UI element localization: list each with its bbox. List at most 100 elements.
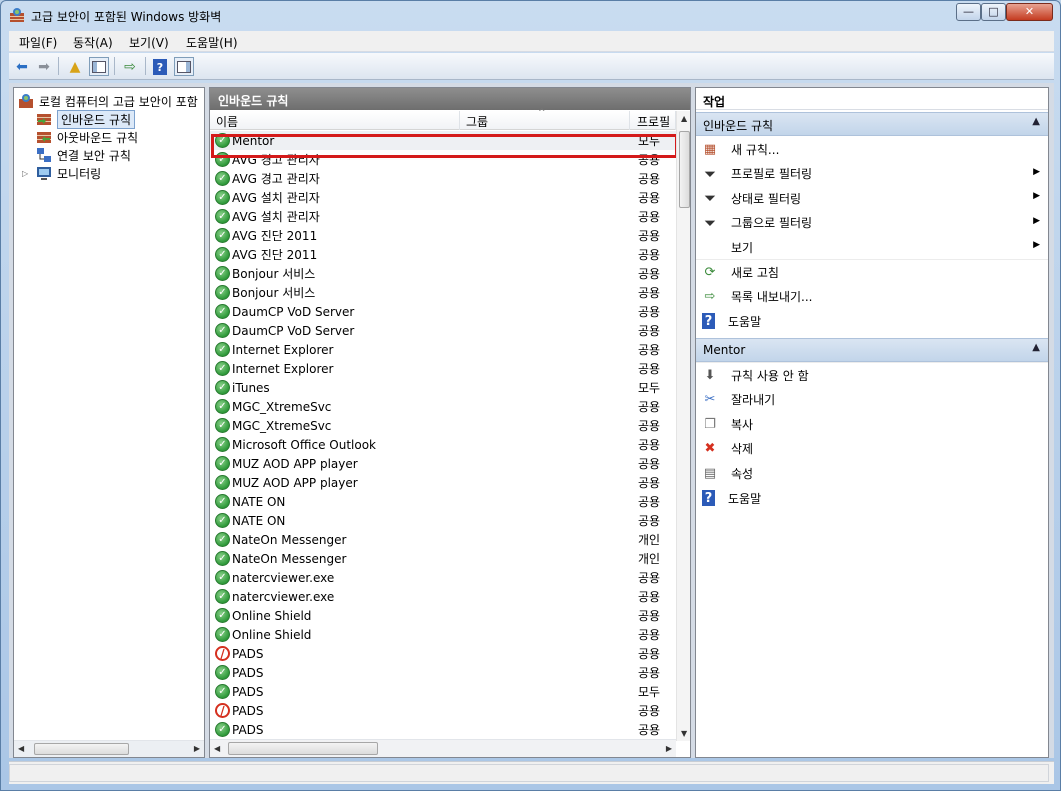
rule-row[interactable]: ✓ Internet Explorer 공용 [210, 340, 676, 359]
rule-row[interactable]: ✓ PADS 공용 [210, 720, 676, 739]
allowed-rule-icon: ✓ [215, 228, 230, 243]
back-icon[interactable]: ⬅ [12, 57, 32, 76]
rule-profile: 모두 [638, 685, 661, 699]
rule-row[interactable]: ✓ Online Shield 공용 [210, 625, 676, 644]
rule-row[interactable]: ✓ AVG 진단 2011 공용 [210, 226, 676, 245]
export-list-icon[interactable]: ⇨ [120, 57, 140, 76]
rule-row[interactable]: ✓ AVG 설치 관리자 공용 [210, 188, 676, 207]
action-item[interactable]: ? 도움말 [696, 309, 1048, 333]
action-item[interactable]: ⟳ 새로 고침 [696, 260, 1048, 284]
tree-item-inbound[interactable]: 인바운드 규칙 [36, 109, 136, 129]
rule-row[interactable]: ✓ DaumCP VoD Server 공용 [210, 321, 676, 340]
show-hide-tree-icon[interactable] [89, 57, 109, 76]
rule-name: Bonjour 서비스 [232, 267, 316, 281]
rule-row[interactable]: / PADS 공용 [210, 701, 676, 720]
scroll-left-icon[interactable]: ◀ [214, 744, 220, 753]
minimize-button[interactable]: — [956, 3, 981, 21]
rule-row[interactable]: ✓ MUZ AOD APP player 공용 [210, 473, 676, 492]
scroll-right-icon[interactable]: ▶ [194, 744, 200, 753]
action-item[interactable]: ▤ 속성 [696, 461, 1048, 485]
rule-row[interactable]: ✓ Bonjour 서비스 공용 [210, 264, 676, 283]
action-label: 복사 [731, 417, 754, 432]
list-vertical-scrollbar[interactable]: ▲ ▼ [676, 111, 690, 741]
column-header-profile[interactable]: 프로필 [630, 111, 676, 130]
action-item[interactable]: ⏷ 그룹으로 필터링 ▶ [696, 211, 1048, 235]
expand-icon[interactable]: ▷ [22, 169, 36, 178]
forward-icon[interactable]: ➡ [34, 57, 54, 76]
rule-row[interactable]: ✓ MUZ AOD APP player 공용 [210, 454, 676, 473]
show-hide-action-pane-icon[interactable] [174, 57, 194, 76]
rule-row[interactable]: ✓ NateOn Messenger 개인 [210, 549, 676, 568]
scroll-right-icon[interactable]: ▶ [666, 744, 672, 753]
menu-help[interactable]: 도움말(H) [186, 34, 238, 51]
action-item[interactable]: ⏷ 프로필로 필터링 ▶ [696, 162, 1048, 186]
allowed-rule-icon: ✓ [215, 475, 230, 490]
collapse-icon[interactable]: ▲ [1032, 342, 1040, 353]
action-item[interactable]: ▦ 새 규칙... [696, 137, 1048, 161]
action-item[interactable]: ✖ 삭제 [696, 437, 1048, 461]
actions-group-mentor[interactable]: Mentor ▲ [696, 338, 1048, 362]
rule-row[interactable]: ✓ PADS 공용 [210, 663, 676, 682]
rule-profile: 공용 [638, 704, 661, 718]
close-button[interactable]: ✕ [1006, 3, 1053, 21]
rule-row[interactable]: / PADS 공용 [210, 644, 676, 663]
menu-action[interactable]: 동작(A) [73, 34, 113, 51]
menu-view[interactable]: 보기(V) [129, 34, 169, 51]
rule-row[interactable]: ✓ PADS 모두 [210, 682, 676, 701]
tree-item-monitoring[interactable]: ▷ 모니터링 [22, 164, 101, 182]
list-horizontal-thumb[interactable] [228, 742, 378, 755]
rule-row[interactable]: ✓ natercviewer.exe 공용 [210, 568, 676, 587]
action-item[interactable]: ✂ 잘라내기 [696, 388, 1048, 412]
list-horizontal-scrollbar[interactable]: ◀ ▶ [210, 739, 676, 757]
action-item[interactable]: ? 도움말 [696, 486, 1048, 510]
rule-row[interactable]: ✓ MGC_XtremeSvc 공용 [210, 397, 676, 416]
rule-row[interactable]: ✓ Bonjour 서비스 공용 [210, 283, 676, 302]
rule-row[interactable]: ✓ AVG 설치 관리자 공용 [210, 207, 676, 226]
rule-row[interactable]: ✓ AVG 경고 관리자 공용 [210, 169, 676, 188]
rule-row[interactable]: ✓ Mentor 모두 [210, 131, 676, 150]
action-item[interactable]: ⏷ 상태로 필터링 ▶ [696, 186, 1048, 210]
help-icon[interactable]: ? [150, 57, 170, 76]
rule-row[interactable]: ✓ NATE ON 공용 [210, 492, 676, 511]
rule-row[interactable]: ✓ NateOn Messenger 개인 [210, 530, 676, 549]
tree-horizontal-scrollbar[interactable]: ◀ ▶ [14, 740, 204, 757]
allowed-rule-icon: ✓ [215, 285, 230, 300]
scroll-down-icon[interactable]: ▼ [681, 729, 687, 738]
allowed-rule-icon: ✓ [215, 722, 230, 737]
action-item[interactable]: ⬇ 규칙 사용 안 함 [696, 363, 1048, 387]
scroll-up-icon[interactable]: ▲ [681, 114, 687, 123]
rule-row[interactable]: ✓ AVG 경고 관리자 공용 [210, 150, 676, 169]
menu-file[interactable]: 파일(F) [19, 34, 57, 51]
rule-name: iTunes [232, 380, 270, 395]
rule-name: Mentor [232, 133, 275, 148]
action-item[interactable]: ❐ 복사 [696, 412, 1048, 436]
tree-item-outbound[interactable]: 아웃바운드 규칙 [36, 128, 138, 146]
rule-row[interactable]: ✓ iTunes 모두 [210, 378, 676, 397]
actions-group-inbound[interactable]: 인바운드 규칙 ▲ [696, 112, 1048, 136]
scroll-left-icon[interactable]: ◀ [18, 744, 24, 753]
title-bar[interactable]: 고급 보안이 포함된 Windows 방화벽 — □ ✕ [1, 1, 1060, 29]
actions-separator [696, 259, 1048, 260]
maximize-button[interactable]: □ [981, 3, 1006, 21]
action-label: 보기 [731, 240, 754, 255]
rule-row[interactable]: ✓ AVG 진단 2011 공용 [210, 245, 676, 264]
tree-root[interactable]: 로컬 컴퓨터의 고급 보안이 포함 [18, 92, 198, 110]
rule-row[interactable]: ✓ DaumCP VoD Server 공용 [210, 302, 676, 321]
rule-row[interactable]: ✓ Microsoft Office Outlook 공용 [210, 435, 676, 454]
rule-row[interactable]: ✓ natercviewer.exe 공용 [210, 587, 676, 606]
tree-scroll-thumb[interactable] [34, 743, 129, 755]
rule-row[interactable]: ✓ Internet Explorer 공용 [210, 359, 676, 378]
allowed-rule-icon: ✓ [215, 399, 230, 414]
column-header-name[interactable]: 이름 [210, 111, 460, 130]
rule-row[interactable]: ✓ MGC_XtremeSvc 공용 [210, 416, 676, 435]
list-vertical-thumb[interactable] [679, 131, 690, 208]
action-item[interactable]: ⇨ 목록 내보내기... [696, 285, 1048, 309]
action-item[interactable]: 보기 ▶ [696, 235, 1048, 259]
up-folder-icon[interactable]: ▲ [65, 57, 85, 76]
rule-row[interactable]: ✓ Online Shield 공용 [210, 606, 676, 625]
rule-row[interactable]: ✓ NATE ON 공용 [210, 511, 676, 530]
action-label: 프로필로 필터링 [731, 167, 813, 182]
collapse-icon[interactable]: ▲ [1032, 116, 1040, 127]
svg-text:?: ? [157, 61, 163, 74]
tree-item-connection-security[interactable]: 연결 보안 규칙 [36, 146, 131, 164]
